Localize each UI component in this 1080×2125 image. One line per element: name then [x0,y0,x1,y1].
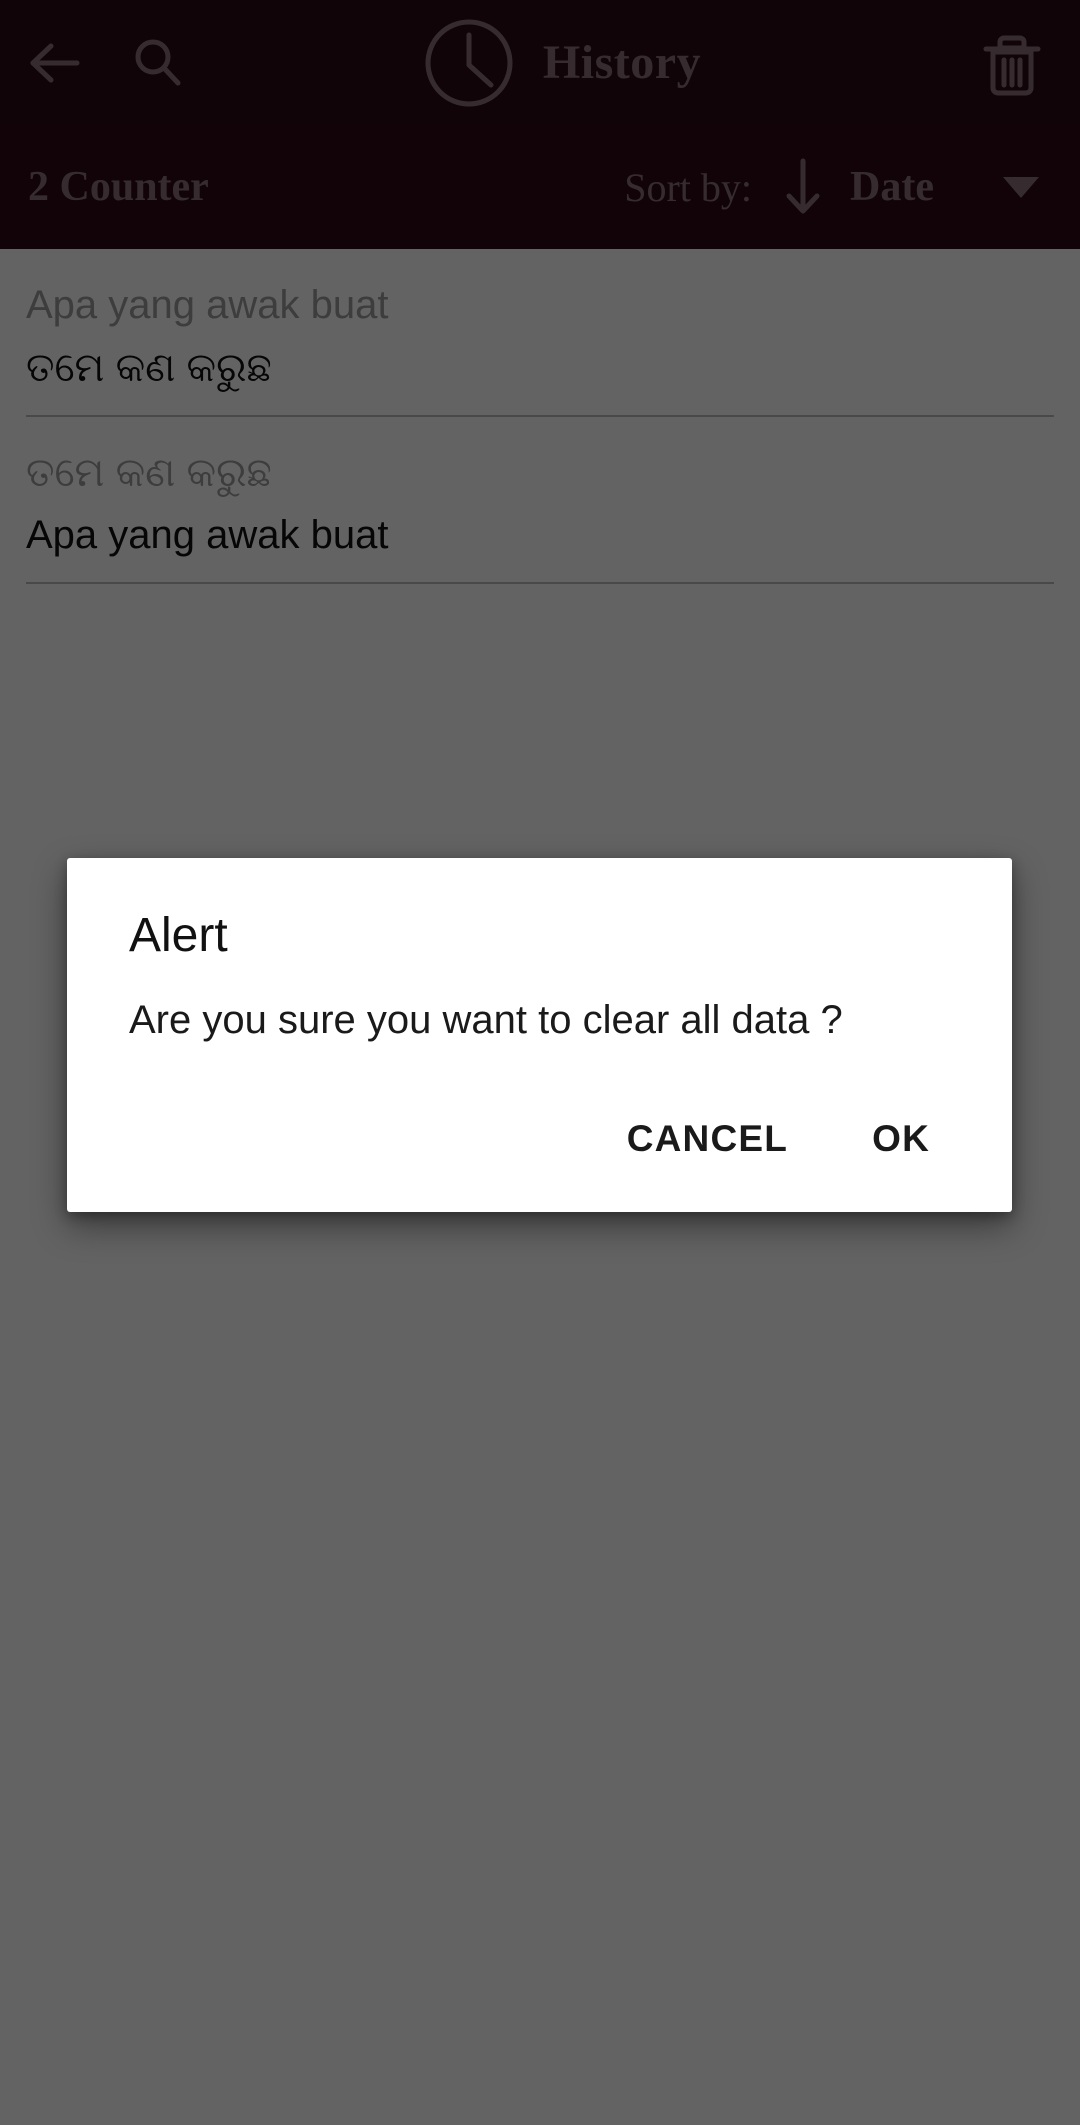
dialog-message: Are you sure you want to clear all data … [129,998,843,1042]
alert-dialog: Alert Are you sure you want to clear all… [67,858,1012,1212]
dialog-title: Alert [129,909,228,962]
dialog-actions: CANCEL OK [67,1046,1012,1212]
cancel-button[interactable]: CANCEL [599,1102,816,1176]
ok-button[interactable]: OK [844,1102,958,1176]
